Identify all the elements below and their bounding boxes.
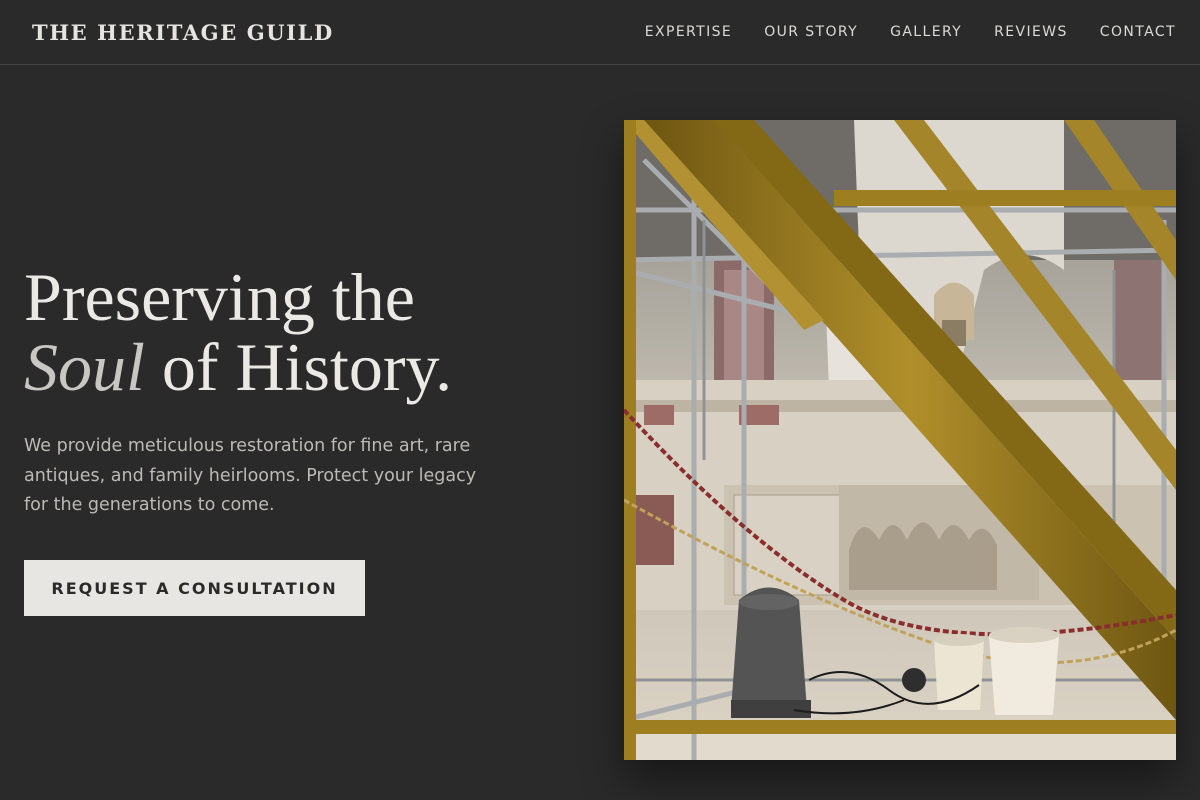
headline-emphasis: Soul: [24, 329, 145, 405]
hero-section: Preserving the Soul of History. We provi…: [24, 262, 584, 521]
nav-link-contact[interactable]: CONTACT: [1100, 24, 1176, 40]
nav-link-our-story[interactable]: OUR STORY: [764, 24, 858, 40]
hero-description: We provide meticulous restoration for fi…: [24, 436, 477, 515]
nav-link-expertise[interactable]: EXPERTISE: [645, 24, 732, 40]
brand-logo[interactable]: THE HERITAGE GUILD: [32, 20, 334, 45]
main-nav: EXPERTISE OUR STORY GALLERY REVIEWS CONT…: [613, 24, 1176, 40]
restoration-scaffold-photo: [624, 120, 1176, 760]
headline-line-1: Preserving the: [24, 259, 415, 335]
request-consultation-button[interactable]: REQUEST A CONSULTATION: [24, 560, 365, 616]
site-header: THE HERITAGE GUILD EXPERTISE OUR STORY G…: [0, 0, 1200, 65]
nav-link-reviews[interactable]: REVIEWS: [994, 24, 1068, 40]
hero-headline: Preserving the Soul of History.: [24, 262, 584, 402]
photo-illustration: [624, 120, 1176, 760]
headline-line-2: of History.: [144, 329, 453, 405]
nav-link-gallery[interactable]: GALLERY: [890, 24, 962, 40]
